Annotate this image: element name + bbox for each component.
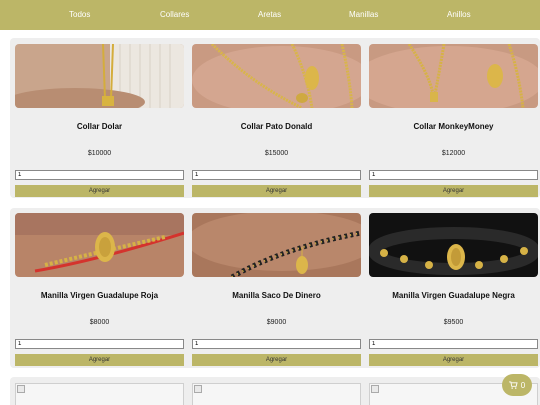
quantity-input[interactable]: [369, 170, 538, 180]
broken-image-icon: [194, 385, 202, 393]
product-card: Collar Dolar $10000 Agregar: [15, 44, 184, 197]
nav-item-anillos[interactable]: Anillos: [447, 10, 471, 19]
product-name: Manilla Virgen Guadalupe Negra: [392, 291, 515, 300]
product-image: [15, 213, 184, 277]
product-card: Collar Pato Donald $15000 Agregar: [192, 44, 361, 197]
cart-button[interactable]: 0: [502, 374, 532, 396]
product-name: Collar MonkeyMoney: [413, 122, 494, 131]
quantity-input[interactable]: [15, 339, 184, 349]
product-image: [15, 44, 184, 108]
add-to-cart-button[interactable]: Agregar: [369, 185, 538, 197]
product-name: Manilla Virgen Guadalupe Roja: [40, 291, 159, 300]
product-image: [369, 213, 538, 277]
product-card: Manilla Virgen Guadalupe Roja $8000 Agre…: [15, 213, 184, 366]
product-price: $12000: [441, 150, 466, 157]
product-image: [369, 44, 538, 108]
add-to-cart-button[interactable]: Agregar: [15, 354, 184, 366]
broken-image-icon: [17, 385, 25, 393]
quantity-input[interactable]: [369, 339, 538, 349]
product-card: Manilla Saco De Dinero $9000 Agregar: [192, 213, 361, 366]
product-row: Collar Dolar $10000 Agregar Collar Pato …: [10, 38, 540, 198]
broken-image-icon: [371, 385, 379, 393]
product-price: $15000: [264, 150, 289, 157]
quantity-input[interactable]: [192, 170, 361, 180]
product-name: Manilla Saco De Dinero: [232, 291, 321, 300]
product-card: Manilla Virgen Guadalupe Negra $9500 Agr…: [369, 213, 538, 366]
product-price: $9500: [443, 319, 464, 326]
product-row: [10, 377, 540, 405]
product-image: [192, 44, 361, 108]
cart-icon: [508, 381, 518, 389]
nav-item-todos[interactable]: Todos: [69, 10, 90, 19]
add-to-cart-button[interactable]: Agregar: [192, 354, 361, 366]
add-to-cart-button[interactable]: Agregar: [15, 185, 184, 197]
nav-item-manillas[interactable]: Manillas: [349, 10, 378, 19]
product-card: Collar MonkeyMoney $12000 Agregar: [369, 44, 538, 197]
product-price: $10000: [87, 150, 112, 157]
cart-count: 0: [520, 380, 526, 390]
product-image: [192, 213, 361, 277]
product-row: Manilla Virgen Guadalupe Roja $8000 Agre…: [10, 208, 540, 368]
product-name: Collar Dolar: [76, 122, 123, 131]
product-price: $8000: [89, 319, 110, 326]
product-name: Collar Pato Donald: [240, 122, 313, 131]
nav-item-aretas[interactable]: Aretas: [258, 10, 281, 19]
quantity-input[interactable]: [15, 170, 184, 180]
nav-item-collares[interactable]: Collares: [160, 10, 189, 19]
add-to-cart-button[interactable]: Agregar: [192, 185, 361, 197]
add-to-cart-button[interactable]: Agregar: [369, 354, 538, 366]
quantity-input[interactable]: [192, 339, 361, 349]
broken-image-placeholder: [192, 383, 361, 405]
product-price: $9000: [266, 319, 287, 326]
top-nav: Todos Collares Aretas Manillas Anillos: [0, 0, 540, 30]
broken-image-placeholder: [15, 383, 184, 405]
